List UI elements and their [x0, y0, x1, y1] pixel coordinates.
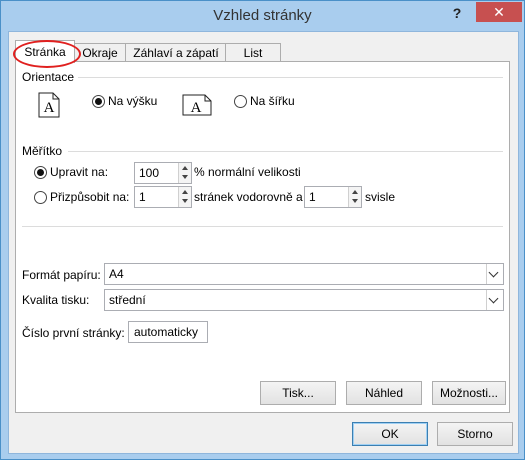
options-button[interactable]: Možnosti...: [432, 381, 506, 405]
paper-size-label: Formát papíru:: [22, 268, 101, 282]
close-button[interactable]: ✕: [476, 2, 522, 22]
divider: [78, 77, 503, 78]
fit-tall-suffix: svisle: [365, 190, 396, 204]
tab-sheet[interactable]: List: [225, 43, 281, 62]
fit-wide-spinner[interactable]: 1: [134, 186, 192, 208]
adjust-percent-value: 100: [139, 166, 160, 180]
title-bar[interactable]: Vzhled stránky ? ✕: [1, 1, 524, 31]
chevron-down-icon[interactable]: [486, 290, 503, 310]
tab-margins[interactable]: Okraje: [73, 43, 127, 62]
adjust-suffix: % normální velikosti: [194, 165, 301, 179]
first-page-value: automaticky: [134, 325, 199, 339]
adjust-percent-spinner[interactable]: 100: [134, 162, 192, 184]
dialog-body: Stránka Okraje Záhlaví a zápatí List Ori…: [8, 31, 519, 454]
divider: [68, 151, 503, 152]
svg-text:A: A: [44, 100, 55, 116]
landscape-label[interactable]: Na šířku: [250, 94, 295, 108]
landscape-page-icon: A: [182, 94, 212, 116]
print-button[interactable]: Tisk...: [260, 381, 336, 405]
portrait-radio[interactable]: [92, 95, 105, 108]
fit-wide-value: 1: [139, 190, 146, 204]
chevron-down-icon[interactable]: [486, 264, 503, 284]
fit-tall-value: 1: [309, 190, 316, 204]
fit-radio[interactable]: [34, 191, 47, 204]
preview-button[interactable]: Náhled: [346, 381, 422, 405]
scaling-group-label: Měřítko: [22, 144, 63, 158]
spinner-arrows[interactable]: [178, 187, 191, 207]
tab-header-footer[interactable]: Záhlaví a zápatí: [125, 43, 227, 62]
svg-text:A: A: [191, 100, 202, 116]
adjust-label[interactable]: Upravit na:: [50, 165, 108, 179]
fit-tall-spinner[interactable]: 1: [304, 186, 362, 208]
fit-label[interactable]: Přizpůsobit na:: [50, 190, 129, 204]
spinner-arrows[interactable]: [178, 163, 191, 183]
print-quality-label: Kvalita tisku:: [22, 293, 90, 307]
portrait-page-icon: A: [38, 92, 60, 118]
adjust-radio[interactable]: [34, 166, 47, 179]
landscape-radio[interactable]: [234, 95, 247, 108]
fit-wide-suffix: stránek vodorovně a: [194, 190, 303, 204]
paper-size-select[interactable]: A4: [104, 263, 504, 285]
paper-size-value: A4: [109, 267, 124, 281]
ok-button[interactable]: OK: [352, 422, 428, 446]
first-page-label: Číslo první stránky:: [22, 326, 125, 340]
divider: [22, 226, 503, 227]
tab-panel-page: Orientace A Na výšku A Na šířku Měřítko …: [15, 61, 510, 413]
tab-page[interactable]: Stránka: [15, 40, 75, 63]
spinner-arrows[interactable]: [348, 187, 361, 207]
first-page-field[interactable]: automaticky: [128, 321, 208, 343]
page-setup-dialog: Vzhled stránky ? ✕ Stránka Okraje Záhlav…: [0, 0, 525, 460]
dialog-title: Vzhled stránky: [213, 7, 312, 24]
cancel-button[interactable]: Storno: [437, 422, 513, 446]
print-quality-value: střední: [109, 293, 146, 307]
print-quality-select[interactable]: střední: [104, 289, 504, 311]
help-button[interactable]: ?: [448, 3, 466, 23]
portrait-label[interactable]: Na výšku: [108, 94, 157, 108]
orientation-group-label: Orientace: [22, 70, 75, 84]
